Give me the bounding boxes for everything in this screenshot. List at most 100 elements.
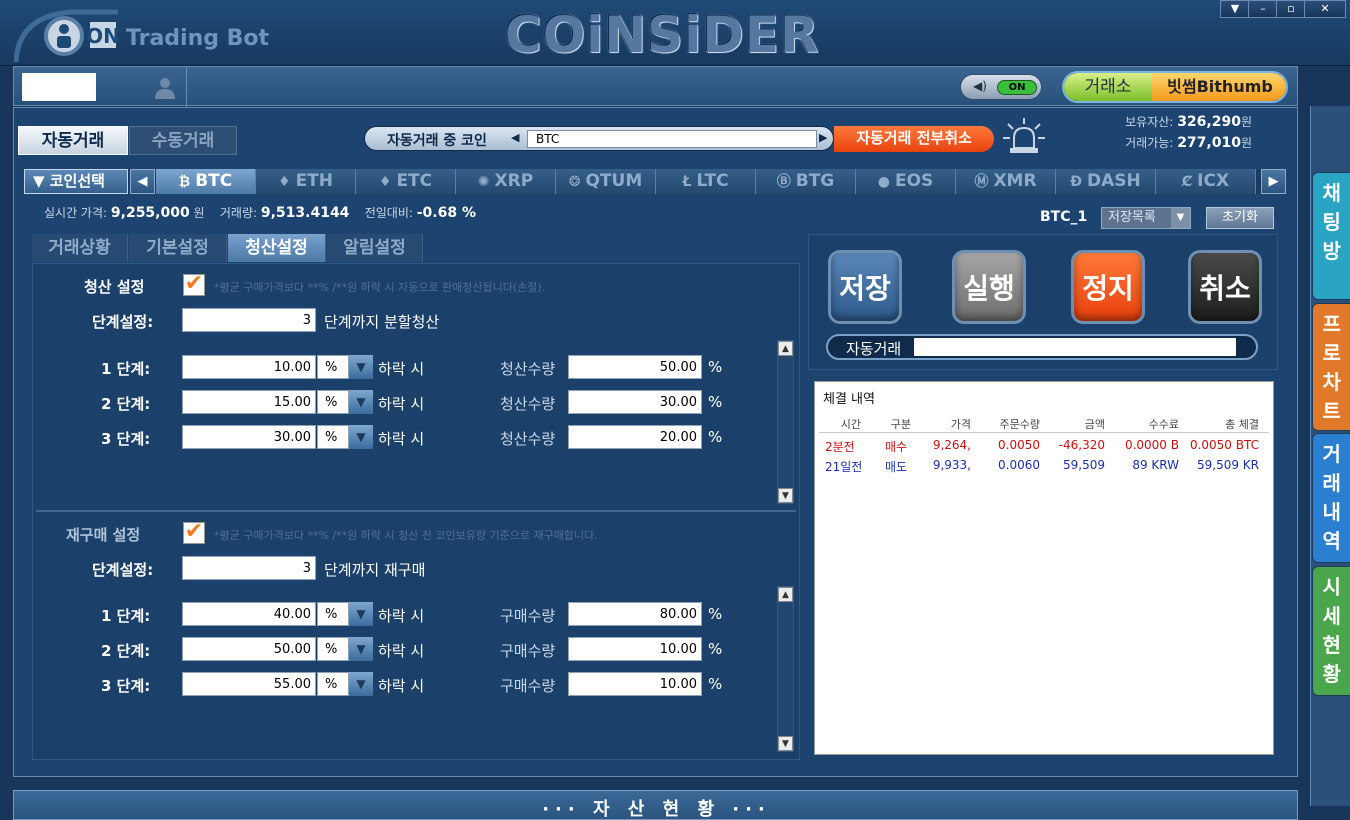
divider	[186, 67, 187, 107]
side-tab-0[interactable]: 채팅방	[1312, 172, 1350, 300]
chevron-down-icon[interactable]: ▼	[349, 425, 373, 449]
chevron-up-icon[interactable]: ▲	[778, 341, 793, 356]
coin-tab-xrp[interactable]: ✺ XRP	[456, 169, 556, 194]
liquidation-unit-select[interactable]: %	[317, 390, 349, 414]
volume-value: 9,513.4144	[260, 205, 350, 221]
coin-tab-label: XMR	[993, 171, 1037, 191]
reset-button[interactable]: 초기화	[1206, 207, 1274, 229]
tab-alert-settings[interactable]: 알림설정	[327, 234, 423, 262]
eth-icon: ♦	[278, 174, 291, 190]
table-row[interactable]: 21일전 매도 9,933, 0.0060 59,509 89 KRW 59,509 KR	[815, 458, 1275, 476]
tab-auto-trade[interactable]: 자동거래	[18, 126, 128, 155]
etc-icon: ♦	[378, 174, 392, 190]
liquidation-step-percent-input[interactable]: 30.00	[182, 425, 316, 449]
liquidation-step-percent-input[interactable]: 10.00	[182, 355, 316, 379]
coin-tab-etc[interactable]: ♦ ETC	[356, 169, 456, 194]
liquidation-unit-select[interactable]: %	[317, 425, 349, 449]
coin-prev-button[interactable]: ◀	[130, 169, 155, 194]
coin-next-button[interactable]: ▶	[1261, 169, 1286, 194]
coin-tab-eth[interactable]: ♦ ETH	[256, 169, 356, 194]
user-icon[interactable]	[152, 76, 178, 100]
rebuy-qty-input[interactable]: 80.00	[568, 602, 702, 626]
rebuy-qty-label: 구매수량	[500, 642, 556, 660]
liquidation-qty-input[interactable]: 30.00	[568, 390, 702, 414]
liquidation-checkbox[interactable]: ✔	[183, 273, 205, 296]
rebuy-step-percent-input[interactable]: 40.00	[182, 602, 316, 626]
coin-tab-label: EOS	[894, 171, 934, 191]
coin-tab-dash[interactable]: Ð DASH	[1056, 169, 1156, 194]
chevron-right-icon: ▶	[1268, 174, 1279, 189]
user-name-field[interactable]	[22, 73, 96, 101]
close-button[interactable]: ✕	[1304, 0, 1346, 18]
rebuy-unit-select[interactable]: %	[317, 637, 349, 661]
chevron-down-icon[interactable]: ▼	[349, 355, 373, 379]
rebuy-step-percent-input[interactable]: 50.00	[182, 637, 316, 661]
chevron-down-icon[interactable]: ▼	[349, 672, 373, 696]
coin-tab-label: LTC	[696, 171, 729, 191]
coin-tab-icx[interactable]: Ȼ ICX	[1156, 169, 1256, 194]
coin-tab-xmr[interactable]: Ⓜ XMR	[956, 169, 1056, 194]
liquidation-drop-label: 하락 시	[378, 395, 425, 413]
coin-tab-btg[interactable]: Ⓑ BTG	[756, 169, 856, 194]
coin-tab-label: ETC	[396, 171, 433, 191]
liquidation-scrollbar[interactable]: ▲ ▼	[777, 340, 794, 504]
history-cell: 2분전	[825, 440, 855, 454]
chevron-down-icon[interactable]: ▼	[349, 637, 373, 661]
rebuy-step-percent-input[interactable]: 55.00	[182, 672, 316, 696]
rebuy-steps-input[interactable]: 3	[182, 556, 316, 580]
history-column-header: 구분	[890, 418, 911, 431]
tab-manual-trade[interactable]: 수동거래	[129, 126, 237, 155]
history-column-header: 가격	[950, 418, 971, 431]
chevron-down-icon[interactable]: ▼	[1171, 208, 1190, 228]
coin-tab-qtum[interactable]: ❂ QTUM	[556, 169, 656, 194]
rebuy-checkbox[interactable]: ✔	[183, 521, 205, 544]
asset-summary: 보유자산: 326,290원 거래가능: 277,010원	[1122, 112, 1252, 154]
liquidation-steps-input[interactable]: 3	[182, 308, 316, 332]
trading-coin-field[interactable]: BTC	[527, 130, 817, 148]
menu-button[interactable]: ▼	[1220, 0, 1250, 18]
save-button[interactable]: 저장	[828, 250, 902, 324]
rebuy-qty-input[interactable]: 10.00	[568, 672, 702, 696]
table-row[interactable]: 2분전 매수 9,264, 0.0050 -46,320 0.0000 B 0.0050 B…	[815, 438, 1275, 456]
asset-status-bar[interactable]: ··· 자 산 현 황 ···	[13, 790, 1298, 820]
cancel-button[interactable]: 취소	[1188, 250, 1262, 324]
coin-select-dropdown[interactable]: ▼ 코인선택	[24, 169, 128, 194]
run-button[interactable]: 실행	[952, 250, 1026, 324]
minimize-button[interactable]: –	[1248, 0, 1278, 18]
tab-basic-settings[interactable]: 기본설정	[129, 234, 227, 262]
side-tab-label: 시세현황	[1322, 575, 1341, 686]
exchange-selector[interactable]: 거래소 빗썸Bithumb	[1062, 71, 1288, 103]
liquidation-qty-input[interactable]: 20.00	[568, 425, 702, 449]
chevron-down-icon[interactable]: ▼	[349, 390, 373, 414]
stop-button[interactable]: 정지	[1071, 250, 1145, 324]
side-tab-3[interactable]: 시세현황	[1312, 566, 1350, 696]
chevron-up-icon[interactable]: ▲	[778, 587, 793, 602]
rebuy-scrollbar[interactable]: ▲ ▼	[777, 586, 794, 752]
coin-tab-label: ICX	[1197, 171, 1230, 191]
chevron-left-icon: ◀	[137, 174, 148, 189]
tab-trade-status[interactable]: 거래상황	[32, 234, 128, 262]
chevron-down-icon[interactable]: ▼	[778, 736, 793, 751]
liquidation-unit-select[interactable]: %	[317, 355, 349, 379]
coin-tab-eos[interactable]: ● EOS	[856, 169, 956, 194]
coin-tab-btc[interactable]: ₿ BTC	[156, 169, 256, 194]
chevron-down-icon[interactable]: ▼	[778, 488, 793, 503]
change-value: -0.68 %	[416, 205, 477, 221]
liquidation-step-percent-input[interactable]: 15.00	[182, 390, 316, 414]
realtime-price-unit: 원	[193, 206, 205, 220]
sound-toggle[interactable]: ◀) ON	[960, 74, 1042, 100]
liquidation-drop-label: 하락 시	[378, 360, 425, 378]
coin-tab-ltc[interactable]: Ł LTC	[656, 169, 756, 194]
rebuy-unit-select[interactable]: %	[317, 602, 349, 626]
side-tab-1[interactable]: 프로차트	[1312, 303, 1350, 431]
maximize-button[interactable]: ▫	[1276, 0, 1306, 18]
cancel-all-button[interactable]: 자동거래 전부취소	[834, 126, 994, 152]
history-column-header: 금액	[1084, 418, 1105, 431]
chevron-left-icon: ◀	[511, 131, 520, 144]
chevron-down-icon[interactable]: ▼	[349, 602, 373, 626]
tab-liquidation-settings[interactable]: 청산설정	[228, 234, 326, 262]
side-tab-2[interactable]: 거래내역	[1312, 433, 1350, 563]
liquidation-qty-input[interactable]: 50.00	[568, 355, 702, 379]
rebuy-qty-input[interactable]: 10.00	[568, 637, 702, 661]
rebuy-unit-select[interactable]: %	[317, 672, 349, 696]
